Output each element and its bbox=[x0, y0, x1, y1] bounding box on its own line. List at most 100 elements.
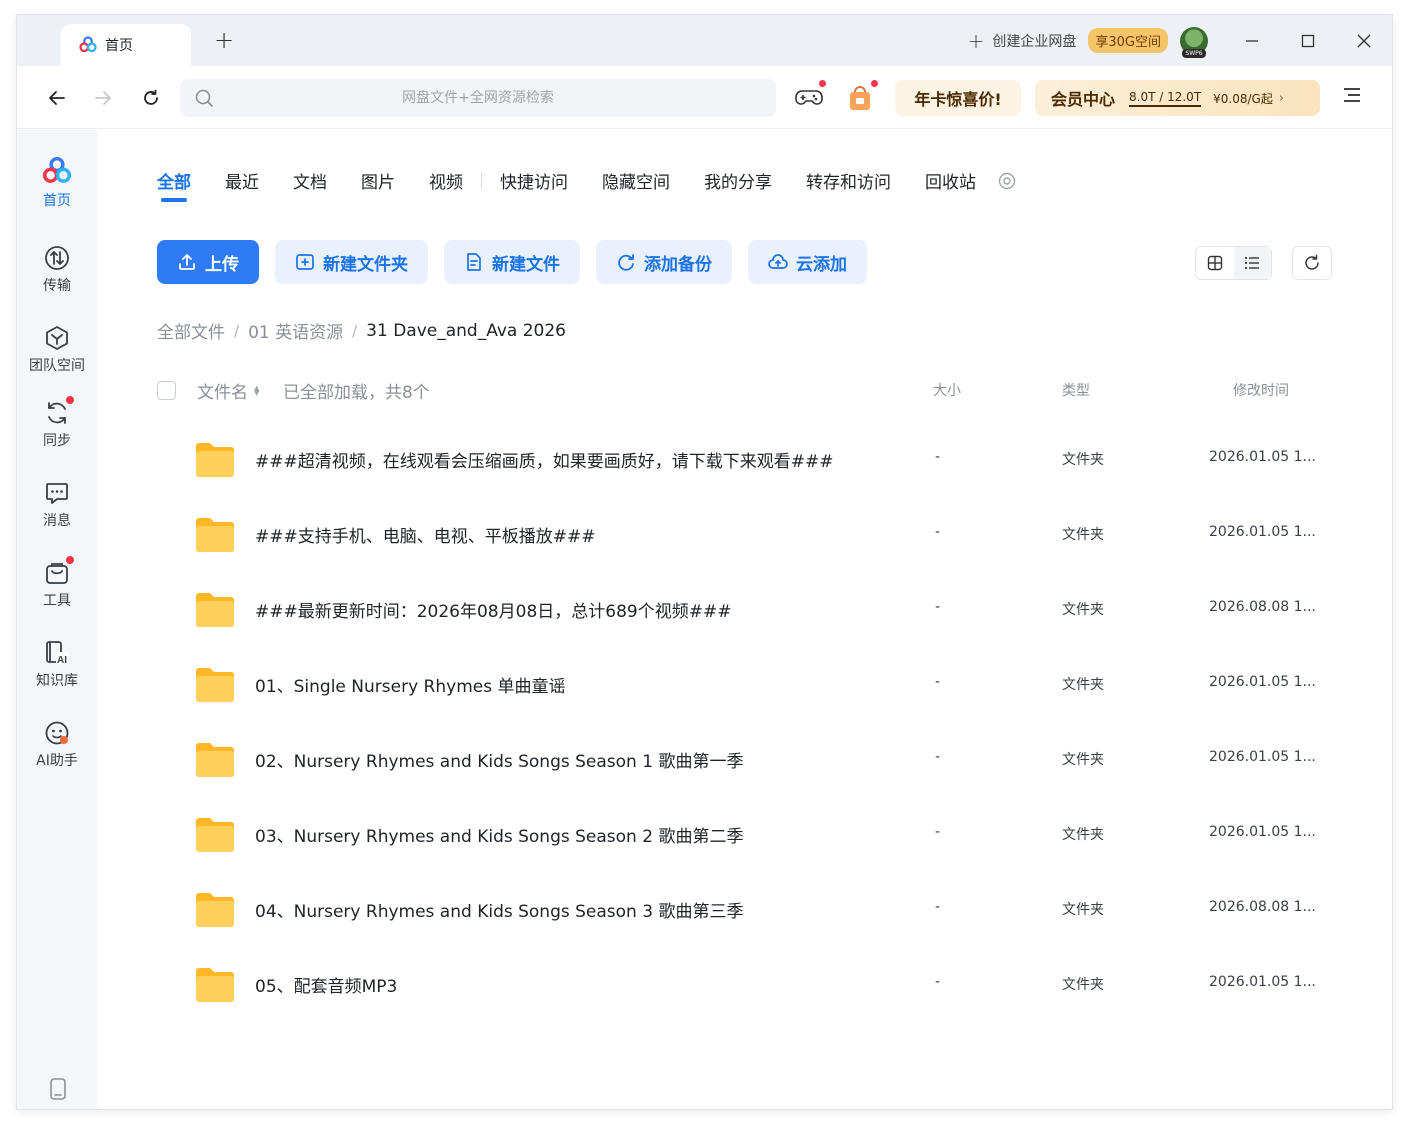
minimize-icon bbox=[1246, 39, 1258, 42]
vip-center-button[interactable]: 会员中心 8.0T / 12.0T ¥0.08/G起 › bbox=[1035, 80, 1320, 116]
sidebar-item-ai[interactable]: AI助手 bbox=[17, 720, 97, 770]
table-row[interactable]: ###支持手机、电脑、电视、平板播放### - 文件夹 2026.01.05 1… bbox=[157, 497, 1332, 572]
file-name[interactable]: 03、Nursery Rhymes and Kids Songs Season … bbox=[255, 822, 743, 847]
tab-transfers-visits[interactable]: 转存和访问 bbox=[806, 168, 891, 193]
column-name-header[interactable]: 文件名 ▲ ▼ bbox=[197, 378, 259, 403]
file-type: 文件夹 bbox=[1062, 527, 1104, 543]
tab-videos[interactable]: 视频 bbox=[429, 168, 463, 193]
sidebar-item-transfer[interactable]: 传输 bbox=[17, 245, 97, 295]
table-header: 文件名 ▲ ▼ 已全部加载，共8个 大小 类型 修改时间 bbox=[157, 378, 1332, 403]
tab-my-shares[interactable]: 我的分享 bbox=[704, 168, 772, 193]
cloud-add-button[interactable]: 云添加 bbox=[748, 240, 867, 284]
sidebar-item-tools[interactable]: 工具 bbox=[17, 556, 97, 610]
breadcrumb-item-parent[interactable]: 01 英语资源 bbox=[248, 318, 343, 343]
file-size: - bbox=[935, 749, 941, 765]
folder-icon bbox=[196, 593, 234, 627]
new-tab-button[interactable]: + bbox=[211, 27, 237, 53]
sidebar-item-label: 团队空间 bbox=[29, 358, 85, 374]
create-enterprise-button[interactable]: + 创建企业网盘 bbox=[968, 29, 1077, 53]
search-input[interactable] bbox=[180, 90, 776, 106]
category-tabs: 全部 最近 文档 图片 视频 快捷访问 隐藏空间 我的分享 转存和访问 回收站 bbox=[157, 168, 1016, 202]
message-icon bbox=[46, 483, 68, 504]
file-name[interactable]: 02、Nursery Rhymes and Kids Songs Season … bbox=[255, 747, 743, 772]
ai-assistant-icon bbox=[45, 721, 69, 745]
file-name[interactable]: 04、Nursery Rhymes and Kids Songs Season … bbox=[255, 897, 743, 922]
file-name[interactable]: ###超清视频，在线观看会压缩画质，如果要画质好，请下载下来观看### bbox=[255, 447, 833, 472]
breadcrumb-item-root[interactable]: 全部文件 bbox=[157, 318, 225, 343]
column-size-header[interactable]: 大小 bbox=[933, 380, 961, 400]
file-size: - bbox=[935, 449, 941, 465]
file-name[interactable]: 01、Single Nursery Rhymes 单曲童谣 bbox=[255, 672, 565, 697]
folder-icon bbox=[196, 893, 234, 927]
tab-settings-icon[interactable] bbox=[998, 172, 1016, 190]
tab-documents[interactable]: 文档 bbox=[293, 168, 327, 193]
select-all-checkbox[interactable] bbox=[157, 381, 176, 400]
home-logo-icon bbox=[42, 156, 72, 183]
arrow-left-icon bbox=[49, 91, 65, 105]
new-file-button[interactable]: 新建文件 bbox=[444, 240, 580, 284]
upload-icon bbox=[179, 254, 195, 270]
new-folder-button[interactable]: 新建文件夹 bbox=[275, 240, 428, 284]
sidebar-item-sync[interactable]: 同步 bbox=[17, 396, 97, 450]
table-row[interactable]: ###最新更新时间：2026年08月08日，总计689个视频### - 文件夹 … bbox=[157, 572, 1332, 647]
file-name[interactable]: ###支持手机、电脑、电视、平板播放### bbox=[255, 522, 595, 547]
refresh-button[interactable] bbox=[1292, 246, 1332, 280]
avatar[interactable]: SWP6 bbox=[1180, 26, 1208, 58]
team-icon bbox=[46, 326, 68, 350]
vip-price: ¥0.08/G起 bbox=[1213, 91, 1273, 106]
breadcrumb-separator: / bbox=[352, 321, 358, 340]
table-row[interactable]: 05、配套音频MP3 - 文件夹 2026.01.05 1... bbox=[157, 947, 1332, 1022]
breadcrumb-item-current: 31 Dave_and_Ava 2026 bbox=[366, 320, 566, 341]
column-time-header[interactable]: 修改时间 bbox=[1233, 380, 1289, 400]
file-name[interactable]: 05、配套音频MP3 bbox=[255, 972, 397, 997]
list-view-button[interactable] bbox=[1233, 247, 1271, 279]
sidebar-item-team[interactable]: 团队空间 bbox=[17, 325, 97, 375]
tab-home[interactable]: 首页 bbox=[61, 24, 191, 66]
maximize-button[interactable] bbox=[1280, 15, 1336, 66]
file-modified-time: 2026.01.05 1... bbox=[1209, 524, 1316, 540]
game-button[interactable] bbox=[793, 79, 827, 114]
grid-view-button[interactable] bbox=[1196, 247, 1234, 279]
tab-all[interactable]: 全部 bbox=[157, 168, 191, 202]
table-row[interactable]: 04、Nursery Rhymes and Kids Songs Season … bbox=[157, 872, 1332, 947]
table-row[interactable]: 02、Nursery Rhymes and Kids Songs Season … bbox=[157, 722, 1332, 797]
space-badge[interactable]: 享30G空间 bbox=[1088, 28, 1168, 53]
file-list: ###超清视频，在线观看会压缩画质，如果要画质好，请下载下来观看### - 文件… bbox=[157, 422, 1332, 1022]
file-modified-time: 2026.08.08 1... bbox=[1209, 599, 1316, 615]
sort-icon: ▲ ▼ bbox=[254, 383, 260, 397]
search-box[interactable] bbox=[180, 79, 776, 117]
folder-icon bbox=[196, 518, 234, 552]
sync-icon-wrap bbox=[44, 396, 74, 426]
file-type: 文件夹 bbox=[1062, 752, 1104, 768]
sidebar-item-messages[interactable]: 消息 bbox=[17, 480, 97, 530]
table-row[interactable]: 01、Single Nursery Rhymes 单曲童谣 - 文件夹 2026… bbox=[157, 647, 1332, 722]
file-modified-time: 2026.01.05 1... bbox=[1209, 749, 1316, 765]
table-row[interactable]: ###超清视频，在线观看会压缩画质，如果要画质好，请下载下来观看### - 文件… bbox=[157, 422, 1332, 497]
tab-recycle-bin[interactable]: 回收站 bbox=[925, 168, 976, 193]
add-backup-button[interactable]: 添加备份 bbox=[596, 240, 732, 284]
annual-promo-button[interactable]: 年卡惊喜价! bbox=[895, 80, 1021, 116]
file-name[interactable]: ###最新更新时间：2026年08月08日，总计689个视频### bbox=[255, 597, 731, 622]
tab-hidden-space[interactable]: 隐藏空间 bbox=[602, 168, 670, 193]
tab-images[interactable]: 图片 bbox=[361, 168, 395, 193]
sidebar-item-knowledge[interactable]: AI 知识库 bbox=[17, 640, 97, 690]
reload-button[interactable] bbox=[137, 84, 165, 112]
table-row[interactable]: 03、Nursery Rhymes and Kids Songs Season … bbox=[157, 797, 1332, 872]
close-button[interactable] bbox=[1336, 15, 1392, 66]
gift-button[interactable] bbox=[844, 79, 879, 114]
close-icon bbox=[1357, 34, 1371, 47]
upload-button[interactable]: 上传 bbox=[157, 240, 259, 284]
tab-quick-access[interactable]: 快捷访问 bbox=[500, 168, 568, 193]
folder-icon bbox=[196, 668, 234, 702]
column-type-header[interactable]: 类型 bbox=[1062, 380, 1090, 400]
back-button[interactable] bbox=[43, 84, 71, 112]
tab-recent[interactable]: 最近 bbox=[225, 168, 259, 193]
forward-button[interactable] bbox=[89, 84, 117, 112]
sidebar-item-home[interactable]: 首页 bbox=[17, 156, 97, 210]
menu-button[interactable] bbox=[1341, 84, 1369, 112]
mobile-button[interactable] bbox=[49, 1078, 67, 1104]
minimize-button[interactable] bbox=[1224, 15, 1280, 66]
vip-label: 会员中心 bbox=[1051, 90, 1116, 109]
sidebar: 首页 传输 团队空间 同步 消息 工具 AI 知识库 AI助手 bbox=[17, 130, 97, 1109]
file-type: 文件夹 bbox=[1062, 977, 1104, 993]
